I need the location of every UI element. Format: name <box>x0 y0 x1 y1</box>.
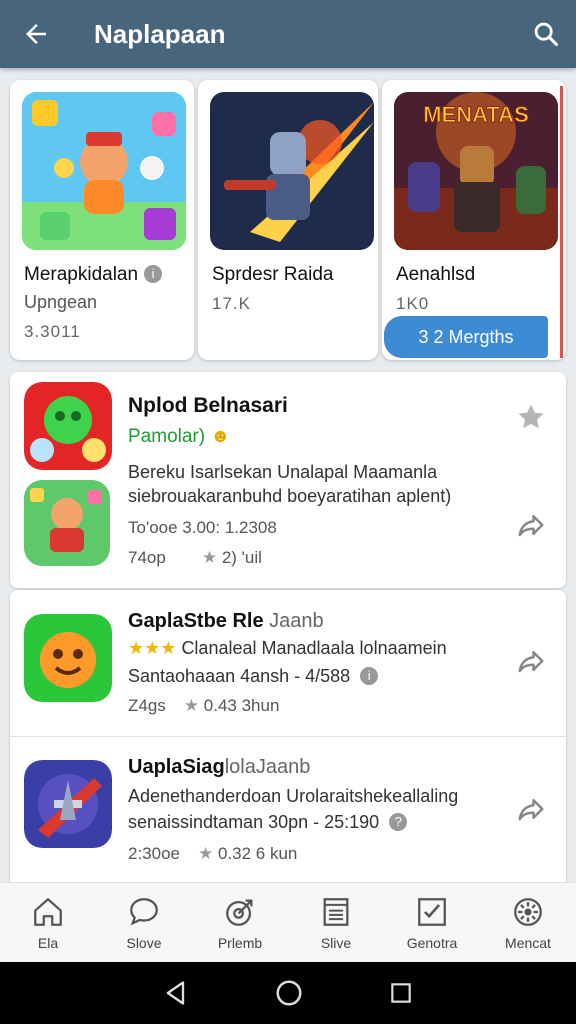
star-icon: ★ <box>183 696 200 715</box>
emoji-icon: ☻ <box>210 426 231 447</box>
game-artwork <box>210 92 374 250</box>
app-stats: To'ooe 3.00: 1.2308 <box>128 518 277 537</box>
star-icon: ★ <box>201 548 218 567</box>
search-button[interactable] <box>516 0 576 68</box>
app-icon <box>24 480 110 566</box>
divider <box>10 736 566 737</box>
page-title: Naplapaan <box>94 18 226 49</box>
chat-icon <box>130 898 158 926</box>
app-rating: 0.32 6 kun <box>217 844 298 863</box>
home-circle-icon[interactable] <box>274 978 304 1008</box>
star-icon[interactable] <box>516 402 546 432</box>
share-icon[interactable] <box>516 510 546 540</box>
nav-label: Slive <box>320 935 352 951</box>
nav-item-mencat[interactable]: Mencat <box>480 883 576 962</box>
app-icon <box>24 382 112 470</box>
share-icon[interactable] <box>516 646 546 676</box>
app-icon <box>24 760 112 848</box>
get-button[interactable]: 3 2 Mergths <box>384 316 548 358</box>
home-icon <box>34 898 62 926</box>
help-icon: ? <box>389 813 408 831</box>
app-title: GaplaStbe Rle Jaanb <box>128 610 324 632</box>
nav-item-genotra[interactable]: Genotra <box>384 883 480 962</box>
list-group: GaplaStbe Rle Jaanb ★★★ Clanaleal Manadl… <box>10 590 566 882</box>
nav-label: Prlemb <box>217 935 263 951</box>
arrow-left-icon <box>26 24 46 44</box>
game-artwork <box>22 92 186 250</box>
app-meta: Z4gs ★ 0.43 3hun <box>128 696 279 716</box>
scroll-indicator <box>560 86 563 358</box>
featured-carousel: Merapkidalan i Upngean 3.3011 Sprdesr Rai… <box>10 80 566 362</box>
app-tag: Pamolar) ☻ <box>128 426 231 447</box>
app-title: UaplaSiaglolaJaanb <box>128 756 311 778</box>
gear-icon <box>514 898 542 926</box>
app-title: Nplod Belnasari <box>128 394 288 417</box>
search-icon <box>534 22 559 47</box>
target-icon <box>226 899 253 926</box>
share-icon[interactable] <box>516 794 546 824</box>
featured-card[interactable]: Merapkidalan i Upngean 3.3011 <box>10 80 194 360</box>
rating-stars: ★★★ <box>128 638 177 658</box>
nav-label: Ela <box>37 935 59 951</box>
featured-name: Merapkidalan i <box>24 264 163 286</box>
featured-meta: 1K0 <box>396 294 430 313</box>
app-description: senaissindtaman 30pn - 25:190? <box>128 812 408 833</box>
bottom-navigation: Ela Slove Prlemb Slive Genotra Mencat <box>0 882 576 962</box>
featured-name: Sprdesr Raida <box>212 264 334 285</box>
featured-meta: 17.K <box>212 294 251 313</box>
app-size: 2:30oe <box>128 844 180 863</box>
app-size: Z4gs <box>128 696 166 715</box>
nav-item-ela[interactable]: Ela <box>0 883 96 962</box>
nav-item-prlemb[interactable]: Prlemb <box>192 883 288 962</box>
app-rating: 0.43 3hun <box>203 696 280 715</box>
featured-subtitle: Upngean <box>24 292 98 312</box>
app-bar: Naplapaan <box>0 0 576 68</box>
app-description: Santaohaaan 4ansh - 4/588 i <box>128 666 379 687</box>
app-description: Adenethanderdoan Urolaraitshekeallaling <box>128 786 459 806</box>
system-navigation-bar <box>0 962 576 1024</box>
featured-name: Aenahlsd <box>396 264 476 285</box>
app-description: siebrouakaranbuhd boeyaratihan aplent) <box>128 486 452 506</box>
star-icon: ★ <box>198 844 214 863</box>
app-rating: 2) 'uil <box>221 548 262 567</box>
featured-meta: 3.3011 <box>24 322 81 341</box>
back-triangle-icon[interactable] <box>162 979 190 1007</box>
nav-label: Slove <box>126 935 162 951</box>
app-description: Bereku Isarlsekan Unalapal Maamanla <box>128 462 438 482</box>
info-icon: i <box>360 667 379 685</box>
info-icon: i <box>144 265 163 283</box>
nav-label: Genotra <box>406 935 458 951</box>
app-icon <box>24 614 112 702</box>
art-logo-text: MENATAS <box>423 102 529 127</box>
app-description: ★★★ Clanaleal Manadlaala lolnaamein <box>128 638 447 658</box>
nav-label: Mencat <box>505 935 551 951</box>
checkbox-icon <box>418 898 446 926</box>
game-artwork: MENATAS <box>394 92 558 250</box>
back-button[interactable] <box>0 0 72 68</box>
nav-item-slove[interactable]: Slove <box>96 883 192 962</box>
list-item[interactable]: Nplod Belnasari Pamolar) ☻ Bereku Isarls… <box>10 372 566 588</box>
app-meta: 2:30oe ★ 0.32 6 kun <box>128 844 297 864</box>
list-icon <box>323 898 349 926</box>
nav-item-slive[interactable]: Slive <box>288 883 384 962</box>
featured-card[interactable]: Sprdesr Raida 17.K <box>198 80 378 360</box>
app-size: 74op <box>128 548 166 567</box>
app-meta: 74op ★ 2) 'uil <box>128 548 262 568</box>
recents-square-icon[interactable] <box>388 980 414 1006</box>
